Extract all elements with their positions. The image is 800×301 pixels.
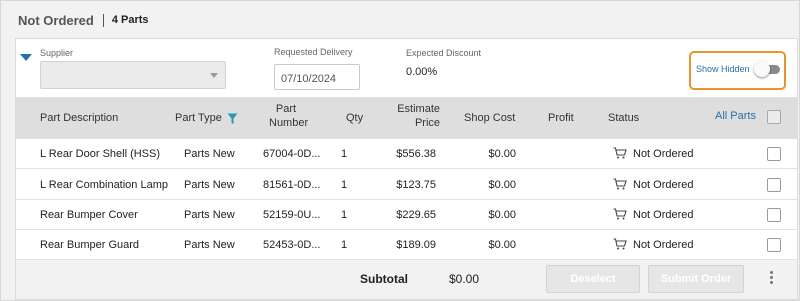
supplier-select[interactable] <box>40 61 226 89</box>
cell-part-type: Parts New <box>184 179 235 191</box>
submit-order-button[interactable]: Submit Order <box>648 265 744 293</box>
cell-part-number: 52453-0D... <box>263 239 321 251</box>
cell-estimate-price: $556.38 <box>396 148 436 160</box>
cell-shop-cost: $0.00 <box>488 148 516 160</box>
cell-part-type: Parts New <box>184 148 235 160</box>
expected-discount-value: 0.00% <box>406 66 438 78</box>
cell-description: L Rear Combination Lamp <box>40 179 168 191</box>
funnel-filter-icon[interactable] <box>227 113 238 125</box>
cart-icon <box>613 238 627 250</box>
cell-shop-cost: $0.00 <box>488 179 516 191</box>
table-row: Rear Bumper Cover Parts New 52159-0U... … <box>16 200 797 230</box>
col-estimate-price-line1: Estimate <box>397 103 440 115</box>
cell-status: Not Ordered <box>633 179 694 191</box>
col-shop-cost: Shop Cost <box>464 112 516 124</box>
row-checkbox[interactable] <box>767 208 781 222</box>
section-title: Not Ordered <box>18 12 94 28</box>
deselect-button[interactable]: Deselect <box>546 265 640 293</box>
select-all-checkbox[interactable] <box>767 110 781 124</box>
cell-qty: 1 <box>341 179 348 191</box>
cell-part-type: Parts New <box>184 239 235 251</box>
col-part-description: Part Description <box>40 112 119 124</box>
table-footer: Subtotal $0.00 Deselect Submit Order <box>16 260 797 299</box>
cell-status: Not Ordered <box>633 148 694 160</box>
cell-status: Not Ordered <box>633 239 694 251</box>
cell-estimate-price: $229.65 <box>396 209 436 221</box>
cell-shop-cost: $0.00 <box>488 209 516 221</box>
cell-description: Rear Bumper Cover <box>40 209 138 221</box>
col-part-number-line1: Part <box>275 103 297 115</box>
table-row: Rear Bumper Guard Parts New 52453-0D... … <box>16 230 797 260</box>
row-checkbox[interactable] <box>767 238 781 252</box>
show-hidden-control: Show Hidden <box>689 51 786 90</box>
row-checkbox[interactable] <box>767 178 781 192</box>
col-estimate-price-line2: Price <box>414 117 440 129</box>
requested-delivery-input[interactable] <box>274 64 360 90</box>
cell-description: L Rear Door Shell (HSS) <box>40 148 161 160</box>
cell-qty: 1 <box>341 239 348 251</box>
expected-discount-label: Expected Discount <box>406 48 482 58</box>
row-checkbox[interactable] <box>767 147 781 161</box>
col-estimate-price: Estimate Price <box>392 102 440 130</box>
supplier-label: Supplier <box>40 48 74 58</box>
cart-icon <box>613 147 627 159</box>
table-row: L Rear Combination Lamp Parts New 81561-… <box>16 170 797 200</box>
col-part-number: Part Number <box>269 102 309 130</box>
col-profit: Profit <box>548 112 574 124</box>
subtotal-value: $0.00 <box>449 272 480 286</box>
col-status: Status <box>608 112 640 124</box>
subtotal-label: Subtotal <box>360 272 408 286</box>
col-part-number-line2: Number <box>269 117 309 129</box>
all-parts-link[interactable]: All Parts <box>715 110 756 122</box>
header-divider <box>102 13 104 27</box>
cell-part-number: 52159-0U... <box>263 209 321 221</box>
show-hidden-label: Show Hidden <box>696 64 750 74</box>
toggle-knob <box>754 61 770 77</box>
cart-icon <box>613 208 627 220</box>
cell-estimate-price: $189.09 <box>396 239 436 251</box>
col-qty: Qty <box>346 112 364 124</box>
chevron-down-icon <box>210 73 218 78</box>
cell-part-number: 67004-0D... <box>263 148 321 160</box>
cell-status: Not Ordered <box>633 209 694 221</box>
cell-description: Rear Bumper Guard <box>40 239 140 251</box>
cell-shop-cost: $0.00 <box>488 239 516 251</box>
parts-count: 4 Parts <box>111 14 149 26</box>
more-options-kebab-icon[interactable] <box>769 271 775 287</box>
parts-panel: Supplier Requested Delivery Expected Dis… <box>15 38 798 300</box>
section-header: Not Ordered 4 Parts <box>18 11 149 29</box>
cart-icon <box>613 178 627 190</box>
cell-estimate-price: $123.75 <box>396 179 436 191</box>
cell-qty: 1 <box>341 148 348 160</box>
cell-part-type: Parts New <box>184 209 235 221</box>
parts-section: Not Ordered 4 Parts Supplier Requested D… <box>0 0 800 301</box>
cell-qty: 1 <box>341 209 348 221</box>
cell-part-number: 81561-0D... <box>263 179 321 191</box>
requested-delivery-label: Requested Delivery <box>274 47 353 57</box>
collapse-triangle-icon[interactable] <box>20 54 32 61</box>
table-header: Part Description Part Type Part Number Q… <box>16 97 797 139</box>
show-hidden-toggle[interactable] <box>754 61 782 77</box>
col-part-type: Part Type <box>175 112 222 124</box>
table-row: L Rear Door Shell (HSS) Parts New 67004-… <box>16 139 797 169</box>
